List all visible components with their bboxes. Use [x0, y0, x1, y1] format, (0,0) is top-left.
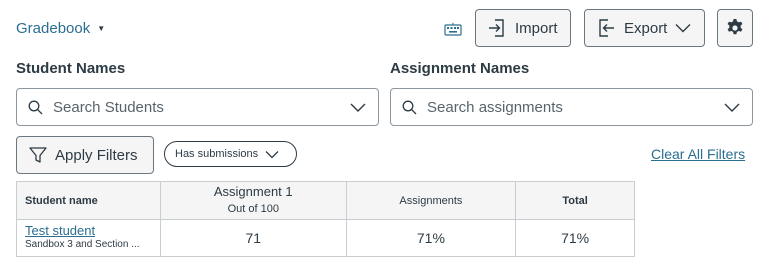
student-name-cell: Test student Sandbox 3 and Section ...: [16, 219, 161, 257]
student-name-link[interactable]: Test student: [25, 224, 160, 238]
gear-icon: [727, 19, 743, 35]
gradebook-grid: Student name Assignment 1 Out of 100 Ass…: [16, 181, 635, 257]
table-row: Test student Sandbox 3 and Section ... 7…: [16, 219, 635, 257]
export-label: Export: [624, 19, 668, 37]
assignment-1-grade-cell[interactable]: 71: [159, 219, 347, 257]
total-percent-cell: 71%: [515, 219, 635, 257]
student-section: Sandbox 3 and Section ...: [25, 239, 140, 250]
import-label: Import: [515, 19, 558, 37]
search-icon: [28, 100, 43, 114]
import-button[interactable]: Import: [475, 9, 571, 47]
column-header-assignments[interactable]: Assignments: [345, 181, 517, 220]
keyboard-icon[interactable]: [444, 22, 462, 36]
filter-pill-has-submissions[interactable]: Has submissions: [164, 141, 297, 167]
column-header-total[interactable]: Total: [515, 181, 635, 220]
chevron-down-icon[interactable]: [724, 101, 740, 113]
assignment-search-placeholder: Search assignments: [427, 98, 563, 116]
student-search-placeholder: Search Students: [53, 98, 164, 116]
apply-filters-label: Apply Filters: [55, 146, 138, 164]
apply-filters-button[interactable]: Apply Filters: [16, 136, 154, 174]
settings-button[interactable]: [717, 9, 753, 47]
chevron-down-icon: [675, 24, 691, 33]
gradebook-menu[interactable]: Gradebook ▼: [16, 20, 105, 37]
student-search-input[interactable]: Search Students: [16, 88, 379, 126]
export-icon: [599, 19, 614, 37]
export-button[interactable]: Export: [584, 9, 705, 47]
assignments-percent-cell: 71%: [345, 219, 517, 257]
chevron-down-icon: [265, 150, 279, 158]
column-header-assignment-1[interactable]: Assignment 1 Out of 100: [159, 181, 347, 220]
import-icon: [489, 19, 504, 37]
student-names-label: Student Names: [16, 60, 126, 77]
clear-all-filters-link[interactable]: Clear All Filters: [651, 146, 745, 162]
assignment-search-input[interactable]: Search assignments: [390, 88, 753, 126]
assignment-1-title: Assignment 1: [213, 184, 293, 199]
assignment-1-points: Out of 100: [227, 203, 279, 215]
search-icon: [402, 100, 417, 114]
caret-down-icon: ▼: [97, 24, 106, 33]
filter-pill-label: Has submissions: [175, 148, 259, 160]
assignment-names-label: Assignment Names: [390, 60, 530, 77]
column-header-student-name[interactable]: Student name: [16, 181, 161, 220]
filter-icon: [29, 147, 47, 163]
gradebook-menu-label: Gradebook: [16, 20, 91, 37]
chevron-down-icon[interactable]: [350, 101, 366, 113]
